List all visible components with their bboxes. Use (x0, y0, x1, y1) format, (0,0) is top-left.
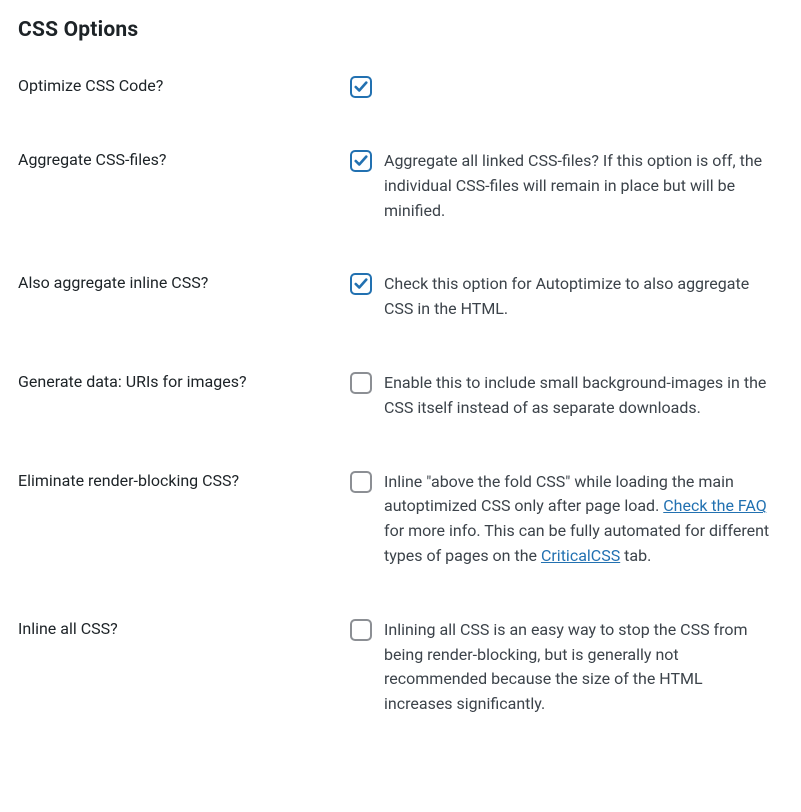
label-data-uris: Generate data: URIs for images? (18, 370, 348, 391)
desc-aggregate-css: Aggregate all linked CSS-files? If this … (384, 148, 774, 223)
control-col: Inline "above the fold CSS" while loadin… (348, 469, 783, 569)
row-aggregate-inline-css: Also aggregate inline CSS? Check this op… (18, 271, 783, 322)
check-icon (354, 80, 368, 94)
check-icon (354, 154, 368, 168)
control-col: Check this option for Autoptimize to als… (348, 271, 783, 322)
desc-eliminate-render-blocking: Inline "above the fold CSS" while loadin… (384, 469, 774, 569)
label-inline-all-css: Inline all CSS? (18, 617, 348, 638)
checkbox-aggregate-css[interactable] (350, 150, 372, 172)
checkbox-wrap (348, 148, 374, 174)
checkbox-wrap (348, 617, 374, 643)
checkbox-eliminate-render-blocking[interactable] (350, 471, 372, 493)
section-title: CSS Options (18, 18, 783, 42)
check-icon (354, 277, 368, 291)
control-col (348, 74, 783, 100)
desc-aggregate-inline-css: Check this option for Autoptimize to als… (384, 271, 774, 322)
link-criticalcss[interactable]: CriticalCSS (541, 546, 620, 565)
label-optimize-css: Optimize CSS Code? (18, 74, 348, 95)
checkbox-wrap (348, 74, 374, 100)
checkbox-optimize-css[interactable] (350, 76, 372, 98)
desc-data-uris: Enable this to include small background-… (384, 370, 774, 421)
row-optimize-css: Optimize CSS Code? (18, 74, 783, 100)
checkbox-inline-all-css[interactable] (350, 619, 372, 641)
checkbox-wrap (348, 271, 374, 297)
control-col: Aggregate all linked CSS-files? If this … (348, 148, 783, 223)
control-col: Enable this to include small background-… (348, 370, 783, 421)
row-data-uris: Generate data: URIs for images? Enable t… (18, 370, 783, 421)
checkbox-aggregate-inline-css[interactable] (350, 273, 372, 295)
desc-inline-all-css: Inlining all CSS is an easy way to stop … (384, 617, 774, 717)
label-eliminate-render-blocking: Eliminate render-blocking CSS? (18, 469, 348, 490)
checkbox-data-uris[interactable] (350, 372, 372, 394)
control-col: Inlining all CSS is an easy way to stop … (348, 617, 783, 717)
link-check-faq[interactable]: Check the FAQ (663, 496, 767, 515)
checkbox-wrap (348, 469, 374, 495)
label-aggregate-css: Aggregate CSS-files? (18, 148, 348, 169)
row-aggregate-css: Aggregate CSS-files? Aggregate all linke… (18, 148, 783, 223)
desc-text: tab. (620, 546, 651, 565)
row-eliminate-render-blocking: Eliminate render-blocking CSS? Inline "a… (18, 469, 783, 569)
label-aggregate-inline-css: Also aggregate inline CSS? (18, 271, 348, 292)
row-inline-all-css: Inline all CSS? Inlining all CSS is an e… (18, 617, 783, 717)
checkbox-wrap (348, 370, 374, 396)
